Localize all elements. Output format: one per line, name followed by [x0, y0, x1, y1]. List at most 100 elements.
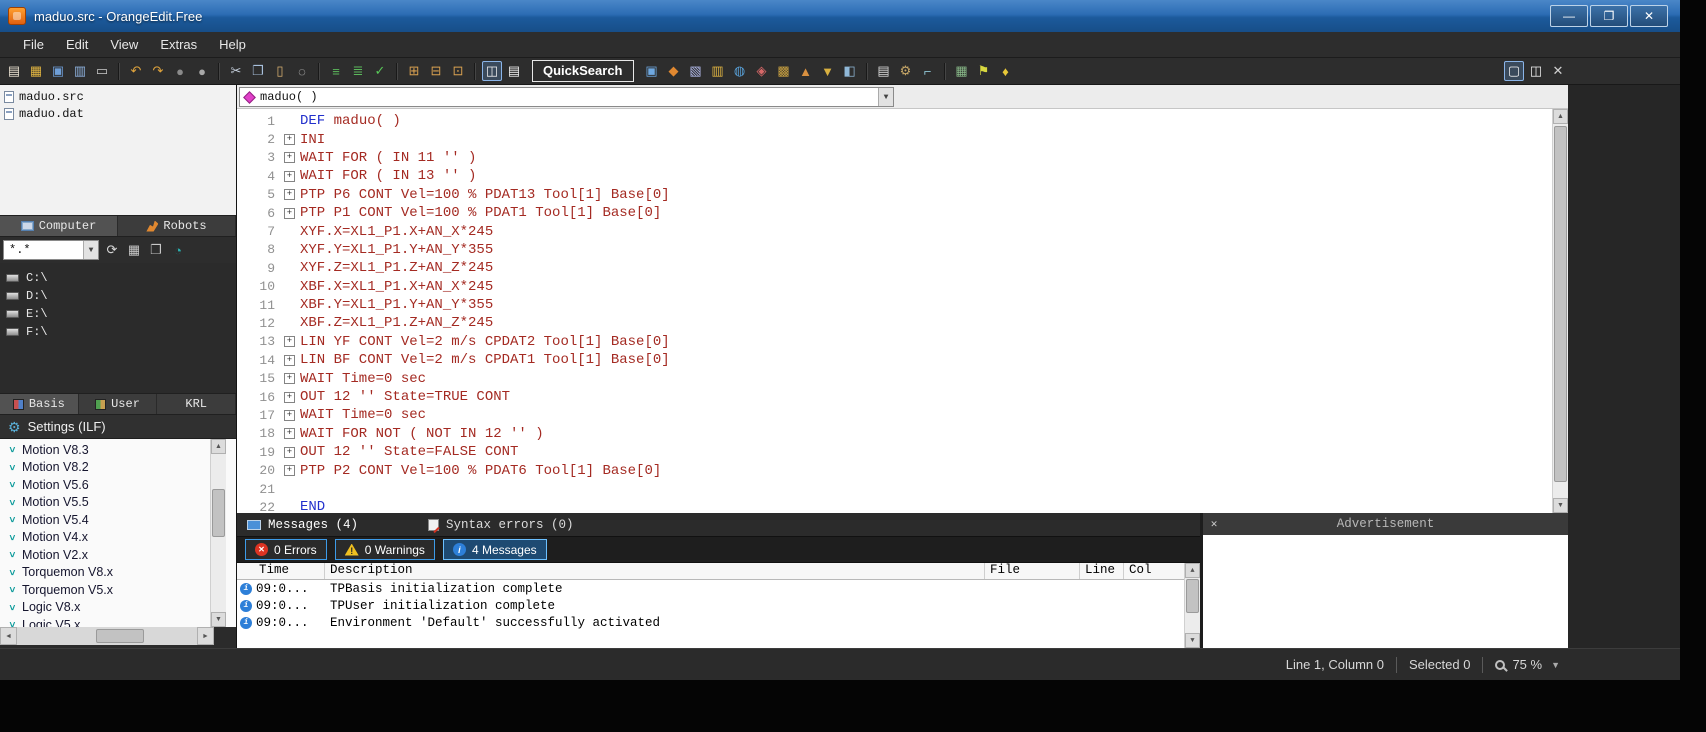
code-line-7[interactable]: 7XYF.X=XL1_P1.X+AN_X*245 [237, 222, 1568, 240]
fold-toggle-icon[interactable]: + [284, 410, 295, 421]
robot-tool-icon[interactable]: ◆ [664, 61, 684, 81]
message-row[interactable]: i09:0...TPBasis initialization complete [237, 580, 1186, 597]
chevron-down-icon[interactable] [878, 88, 893, 106]
code-line-14[interactable]: 14+LIN BF CONT Vel=2 m/s CPDAT1 Tool[1] … [237, 351, 1568, 369]
tab-messages-4[interactable]: Messages (4) [247, 518, 358, 532]
tab-syntax-errors-0[interactable]: Syntax errors (0) [428, 518, 574, 532]
tab-computer[interactable]: Computer [0, 216, 118, 236]
fold-expand-icon[interactable]: ⊞ [404, 61, 424, 81]
column-header-time[interactable]: Time [237, 563, 325, 579]
menu-item-help[interactable]: Help [208, 34, 257, 55]
code-line-6[interactable]: 6+PTP P1 CONT Vel=100 % PDAT1 Tool[1] Ba… [237, 204, 1568, 222]
code-line-15[interactable]: 15+WAIT Time=0 sec [237, 369, 1568, 387]
scroll-up-icon[interactable] [211, 439, 226, 454]
scroll-down-icon[interactable] [1185, 633, 1200, 648]
goto-line-icon[interactable]: ≡ [326, 61, 346, 81]
scrollbar-thumb[interactable] [96, 629, 144, 643]
scrollbar-thumb[interactable] [212, 489, 225, 537]
quicksearch-button[interactable]: QuickSearch [532, 60, 634, 82]
chevron-down-icon[interactable] [83, 241, 98, 259]
drive-item[interactable]: D:\ [6, 287, 230, 305]
tab-krl[interactable]: KRL [157, 394, 236, 414]
scrollbar-thumb[interactable] [1186, 579, 1199, 613]
code-line-21[interactable]: 21 [237, 480, 1568, 498]
code-line-1[interactable]: 1DEF maduo( ) [237, 112, 1568, 130]
code-line-5[interactable]: 5+PTP P6 CONT Vel=100 % PDAT13 Tool[1] B… [237, 186, 1568, 204]
code-line-4[interactable]: 4+WAIT FOR ( IN 13 '' ) [237, 167, 1568, 185]
tree-item-motion-v5-6[interactable]: >Motion V5.6 [6, 476, 236, 494]
tree-item-motion-v8-2[interactable]: >Motion V8.2 [6, 459, 236, 477]
toolbar-close-icon[interactable]: ✕ [1548, 61, 1568, 81]
code-line-2[interactable]: 2+INI [237, 130, 1568, 148]
tree-item-motion-v5-4[interactable]: >Motion V5.4 [6, 511, 236, 529]
function-selector-combo[interactable]: maduo( ) [239, 87, 894, 107]
code-editor[interactable]: 1DEF maduo( )2+INI3+WAIT FOR ( IN 11 '' … [237, 109, 1568, 513]
tab-robots[interactable]: Robots [118, 216, 236, 236]
tree-item-torquemon-v5-x[interactable]: >Torquemon V5.x [6, 581, 236, 599]
tab-user[interactable]: User [79, 394, 158, 414]
messages-vertical-scrollbar[interactable] [1184, 563, 1200, 648]
scroll-right-icon[interactable] [197, 627, 214, 645]
notes-tool-icon[interactable]: ▤ [874, 61, 894, 81]
drive-item[interactable]: F:\ [6, 323, 230, 341]
tree-item-torquemon-v8-x[interactable]: >Torquemon V8.x [6, 564, 236, 582]
filter-info-button[interactable]: i4 Messages [443, 539, 547, 560]
sidebar-horizontal-scrollbar[interactable] [0, 627, 214, 645]
fold-toggle-icon[interactable]: + [284, 355, 295, 366]
detail-view-icon[interactable]: ▤ [504, 61, 524, 81]
flag-tool-icon[interactable]: ⚑ [974, 61, 994, 81]
fold-toggle-icon[interactable]: + [284, 373, 295, 384]
filter-error-button[interactable]: ✕0 Errors [245, 539, 327, 560]
print-icon[interactable]: ▭ [92, 61, 112, 81]
tree-item-motion-v2-x[interactable]: >Motion V2.x [6, 546, 236, 564]
fold-toggle-icon[interactable]: + [284, 465, 295, 476]
layout-single-icon[interactable]: ▢ [1504, 61, 1524, 81]
filter-warning-button[interactable]: !0 Warnings [335, 539, 435, 560]
code-line-11[interactable]: 11XBF.Y=XL1_P1.Y+AN_Y*355 [237, 296, 1568, 314]
code-line-13[interactable]: 13+LIN YF CONT Vel=2 m/s CPDAT2 Tool[1] … [237, 333, 1568, 351]
menu-item-edit[interactable]: Edit [55, 34, 99, 55]
find-icon[interactable]: ◌ [292, 61, 312, 81]
drive-item[interactable]: C:\ [6, 269, 230, 287]
column-header-col[interactable]: Col [1124, 563, 1186, 579]
trophy-tool-icon[interactable]: ♦ [996, 61, 1016, 81]
modules-tool-icon[interactable]: ▦ [952, 61, 972, 81]
editor-vertical-scrollbar[interactable] [1552, 109, 1568, 513]
zoom-level[interactable]: 75 % [1512, 657, 1542, 672]
undo-icon[interactable]: ↶ [126, 61, 146, 81]
package-tool-icon[interactable]: ▧ [686, 61, 706, 81]
tree-item-motion-v8-3[interactable]: >Motion V8.3 [6, 441, 236, 459]
scroll-up-icon[interactable] [1553, 109, 1568, 124]
fold-toggle-icon[interactable]: + [284, 392, 295, 403]
fold-toggle-icon[interactable]: + [284, 428, 295, 439]
cut-icon[interactable]: ✂ [226, 61, 246, 81]
tree-item-motion-v5-5[interactable]: >Motion V5.5 [6, 494, 236, 512]
code-line-16[interactable]: 16+OUT 12 '' State=TRUE CONT [237, 388, 1568, 406]
drive-tool-icon[interactable]: ▥ [708, 61, 728, 81]
gears-tool-icon[interactable]: ⚙ [896, 61, 916, 81]
folder-icon[interactable]: ▦ [124, 240, 144, 260]
syntax-check-icon[interactable]: ✓ [370, 61, 390, 81]
save-all-icon[interactable]: ▥ [70, 61, 90, 81]
fold-toggle-icon[interactable]: + [284, 189, 295, 200]
fold-toggle-icon[interactable]: + [284, 171, 295, 182]
globe-tool-icon[interactable]: ◍ [730, 61, 750, 81]
column-header-file[interactable]: File [985, 563, 1080, 579]
code-line-8[interactable]: 8XYF.Y=XL1_P1.Y+AN_Y*355 [237, 241, 1568, 259]
scrollbar-thumb[interactable] [1554, 126, 1567, 482]
code-line-18[interactable]: 18+WAIT FOR NOT ( NOT IN 12 '' ) [237, 425, 1568, 443]
layout-split-icon[interactable]: ◫ [1526, 61, 1546, 81]
code-line-19[interactable]: 19+OUT 12 '' State=FALSE CONT [237, 443, 1568, 461]
zoom-dropdown-icon[interactable] [1551, 660, 1560, 670]
config-tool-icon[interactable]: ◈ [752, 61, 772, 81]
code-line-17[interactable]: 17+WAIT Time=0 sec [237, 406, 1568, 424]
file-item[interactable]: maduo.src [4, 88, 232, 105]
minimize-button[interactable]: — [1550, 5, 1588, 27]
fold-toggle-icon[interactable]: + [284, 208, 295, 219]
column-header-description[interactable]: Description [325, 563, 985, 579]
redo-icon[interactable]: ↷ [148, 61, 168, 81]
save-icon[interactable]: ▣ [48, 61, 68, 81]
wrench-tool-icon[interactable]: ⌐ [918, 61, 938, 81]
code-line-10[interactable]: 10XBF.X=XL1_P1.X+AN_X*245 [237, 278, 1568, 296]
tree-item-logic-v8-x[interactable]: >Logic V8.x [6, 599, 236, 617]
